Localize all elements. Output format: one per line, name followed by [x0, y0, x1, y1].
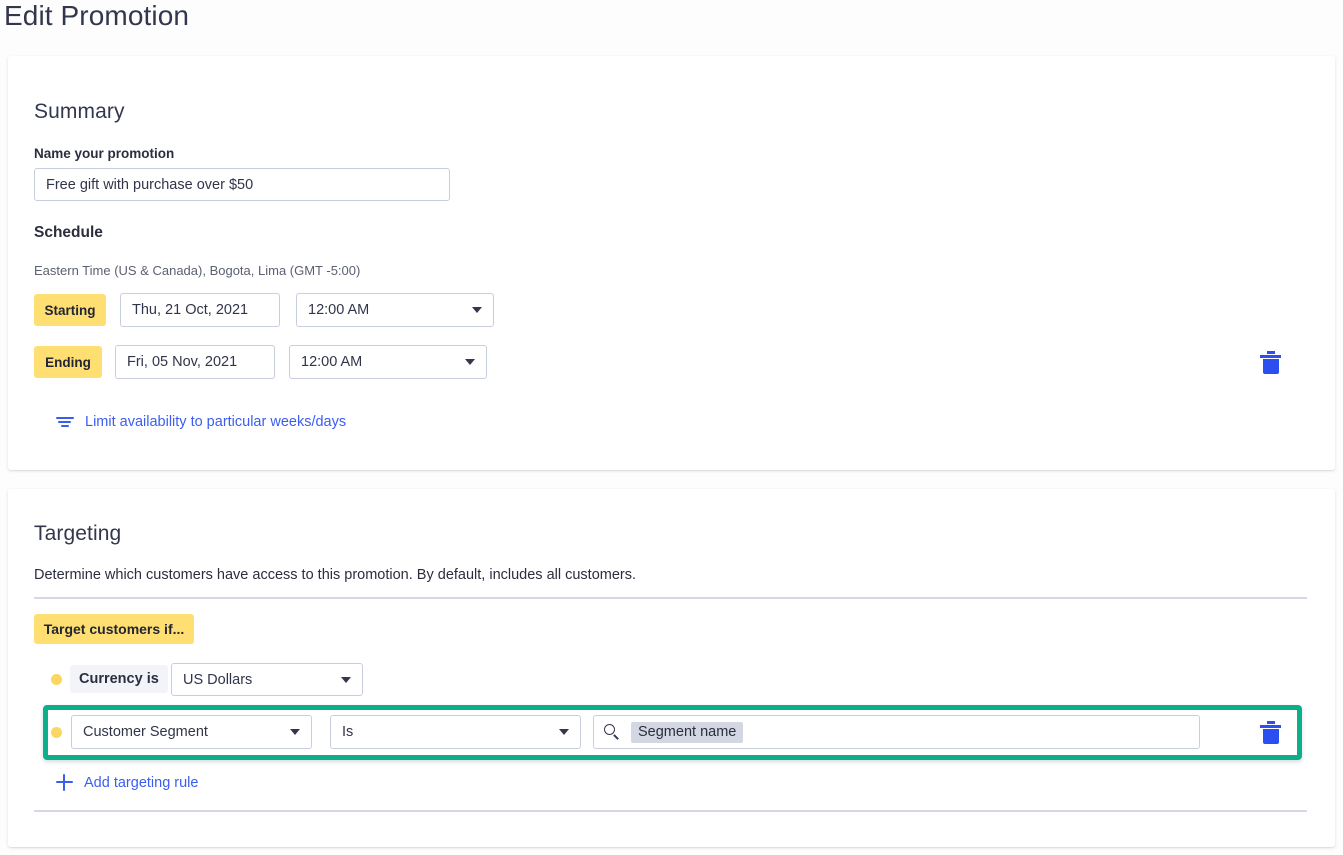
rule-2-attribute-value: Customer Segment	[83, 724, 282, 740]
plus-icon	[56, 774, 73, 791]
end-date-input[interactable]	[115, 345, 275, 379]
schedule-heading: Schedule	[34, 224, 103, 242]
rule-bullet-dot-2	[51, 727, 62, 738]
rule-1-label: Currency is	[70, 665, 168, 693]
promotion-name-label: Name your promotion	[34, 146, 174, 161]
promotion-name-input[interactable]	[34, 168, 450, 201]
trash-icon-body	[1263, 729, 1279, 744]
trash-icon-body	[1263, 359, 1279, 374]
rule-1-currency-select[interactable]: US Dollars	[171, 663, 363, 696]
delete-rule-button[interactable]	[1260, 721, 1281, 744]
add-targeting-rule-link[interactable]: Add targeting rule	[56, 774, 198, 791]
summary-card: Summary Name your promotion Schedule Eas…	[8, 56, 1335, 470]
segment-name-token: Segment name	[631, 722, 743, 743]
start-time-select[interactable]: 12:00 AM	[296, 293, 494, 327]
end-time-value: 12:00 AM	[301, 354, 457, 370]
start-time-value: 12:00 AM	[308, 302, 464, 318]
chevron-down-icon	[559, 729, 569, 735]
ending-badge: Ending	[34, 346, 102, 378]
targeting-card: Targeting Determine which customers have…	[8, 489, 1335, 847]
delete-schedule-button[interactable]	[1260, 351, 1281, 374]
schedule-timezone: Eastern Time (US & Canada), Bogota, Lima…	[34, 263, 360, 278]
limit-availability-label: Limit availability to particular weeks/d…	[85, 414, 346, 430]
rule-1-currency-value: US Dollars	[183, 672, 333, 688]
page-title: Edit Promotion	[4, 0, 189, 36]
trash-icon-lid-top	[1267, 351, 1275, 354]
trash-icon-lid	[1260, 355, 1281, 358]
targeting-description: Determine which customers have access to…	[34, 567, 636, 583]
chevron-down-icon	[465, 359, 475, 365]
targeting-divider	[34, 597, 1307, 599]
targeting-heading: Targeting	[34, 522, 121, 546]
chevron-down-icon	[341, 677, 351, 683]
trash-icon-lid	[1260, 725, 1281, 728]
trash-icon-lid-top	[1267, 721, 1275, 724]
end-time-select[interactable]: 12:00 AM	[289, 345, 487, 379]
rule-bullet-dot-1	[51, 674, 62, 685]
limit-availability-link[interactable]: Limit availability to particular weeks/d…	[56, 414, 346, 430]
add-targeting-rule-label: Add targeting rule	[84, 775, 198, 791]
targeting-bottom-divider	[34, 810, 1307, 812]
search-icon	[604, 724, 621, 741]
starting-badge: Starting	[34, 294, 106, 326]
target-customers-badge: Target customers if...	[34, 614, 194, 644]
chevron-down-icon	[290, 729, 300, 735]
start-date-input[interactable]	[120, 293, 280, 327]
summary-heading: Summary	[34, 100, 125, 124]
chevron-down-icon	[472, 307, 482, 313]
page-root: Edit Promotion Summary Name your promoti…	[0, 0, 1343, 855]
rule-2-operator-select[interactable]: Is	[330, 715, 581, 749]
filter-icon	[56, 415, 74, 429]
rule-2-segment-search[interactable]: Segment name	[593, 715, 1200, 749]
rule-2-attribute-select[interactable]: Customer Segment	[71, 715, 312, 749]
rule-2-operator-value: Is	[342, 724, 551, 740]
